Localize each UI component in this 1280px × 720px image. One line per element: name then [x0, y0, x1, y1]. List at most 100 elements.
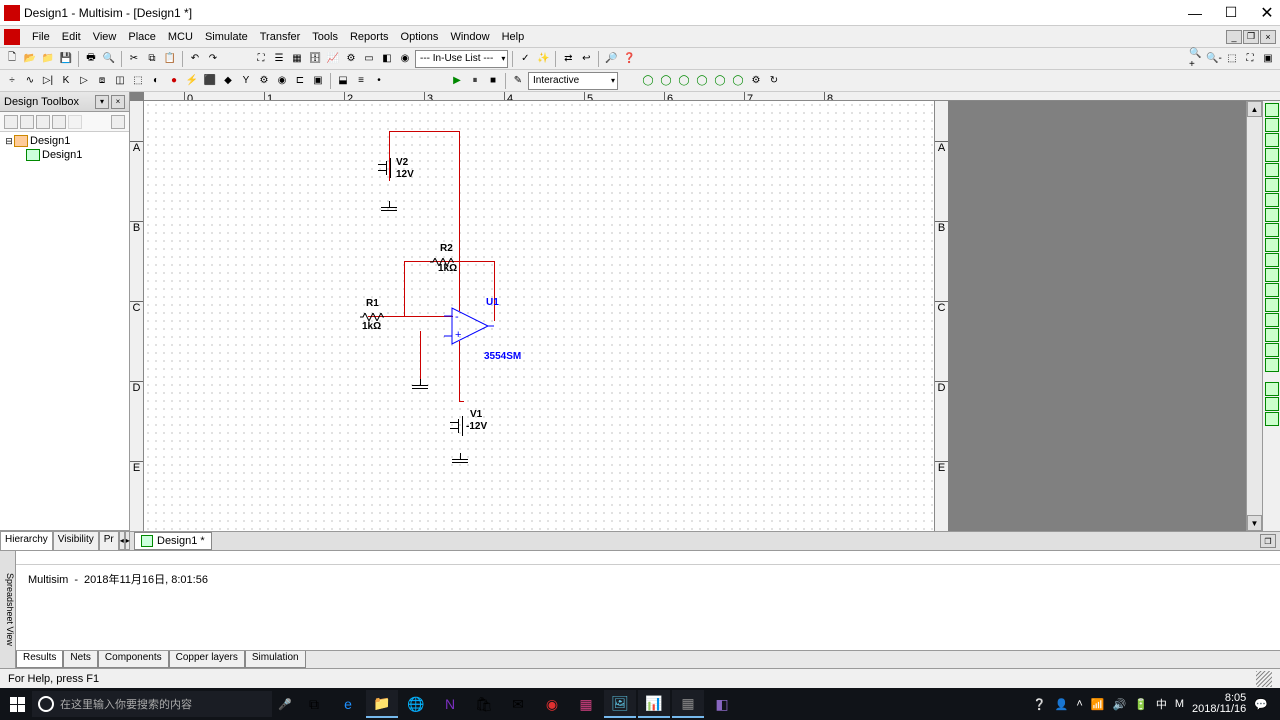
ttl-icon[interactable]: ⧈: [94, 73, 110, 89]
toolbox-pin-icon[interactable]: ▾: [95, 95, 109, 109]
electromech-icon[interactable]: ⚙: [256, 73, 272, 89]
tray-notifications-icon[interactable]: 💬: [1254, 698, 1268, 711]
freq-counter-icon[interactable]: [1265, 193, 1279, 207]
zoom-in-icon[interactable]: 🔍+: [1188, 51, 1204, 67]
ground-u1[interactable]: [412, 379, 428, 391]
ptb-rename-icon[interactable]: [68, 115, 82, 129]
menu-place[interactable]: Place: [122, 29, 162, 45]
stab-copper[interactable]: Copper layers: [169, 651, 245, 668]
probe3-icon[interactable]: ◯: [676, 73, 692, 89]
function-gen-icon[interactable]: [1265, 118, 1279, 132]
store-icon[interactable]: 🛍: [468, 690, 500, 718]
stop-icon[interactable]: ■: [485, 73, 501, 89]
menu-mcu[interactable]: MCU: [162, 29, 199, 45]
copy-icon[interactable]: ⧉: [144, 51, 160, 67]
ni-icon[interactable]: ◉: [274, 73, 290, 89]
zoom-sheet-icon[interactable]: ▣: [1260, 51, 1276, 67]
task-view-icon[interactable]: ⧉: [298, 690, 330, 718]
menu-tools[interactable]: Tools: [306, 29, 344, 45]
menu-edit[interactable]: Edit: [56, 29, 87, 45]
open-sample-icon[interactable]: 📁: [40, 51, 56, 67]
tray-sound-icon[interactable]: 🔊: [1112, 698, 1126, 711]
in-use-list-combo[interactable]: --- In-Use List ---: [415, 50, 508, 68]
full-screen-icon[interactable]: ⛶: [253, 51, 269, 67]
run-icon[interactable]: ▶: [449, 73, 465, 89]
chrome-icon[interactable]: 🌐: [400, 690, 432, 718]
probe4-icon[interactable]: ◯: [694, 73, 710, 89]
onenote-icon[interactable]: N: [434, 690, 466, 718]
tray-kbd-icon[interactable]: M: [1175, 698, 1184, 710]
menu-options[interactable]: Options: [395, 29, 445, 45]
power-icon[interactable]: ⚡: [184, 73, 200, 89]
breadboard-icon[interactable]: ▭: [361, 51, 377, 67]
print-icon[interactable]: 🖶: [83, 51, 99, 67]
menu-simulate[interactable]: Simulate: [199, 29, 254, 45]
preview-icon[interactable]: 🔍: [101, 51, 117, 67]
mic-icon[interactable]: 🎤: [274, 698, 296, 711]
app4-icon[interactable]: 📊: [638, 690, 670, 718]
ptb-refresh-icon[interactable]: [111, 115, 125, 129]
tray-wifi-icon[interactable]: 📶: [1091, 698, 1105, 711]
stab-simulation[interactable]: Simulation: [245, 651, 306, 668]
ptb-save-icon[interactable]: [36, 115, 50, 129]
advanced-icon[interactable]: ◆: [220, 73, 236, 89]
source-icon[interactable]: ÷: [4, 73, 20, 89]
component-r1[interactable]: [360, 312, 384, 320]
tray-people-icon[interactable]: 👤: [1055, 698, 1069, 711]
multimeter-icon[interactable]: [1265, 103, 1279, 117]
ground-v1[interactable]: [452, 453, 468, 465]
probe5-icon[interactable]: ◯: [712, 73, 728, 89]
tray-ime-icon[interactable]: 中: [1156, 696, 1167, 712]
transfer-icon[interactable]: ⇄: [560, 51, 576, 67]
resize-grip[interactable]: [1256, 671, 1272, 687]
tab-hierarchy[interactable]: Hierarchy: [0, 531, 53, 550]
tek-scope-icon[interactable]: [1265, 358, 1279, 372]
transistor-icon[interactable]: K: [58, 73, 74, 89]
tab-pr[interactable]: Pr: [99, 531, 119, 550]
sim-mode-combo[interactable]: Interactive: [528, 72, 618, 90]
indicator-icon[interactable]: ●: [166, 73, 182, 89]
analog-icon[interactable]: ▷: [76, 73, 92, 89]
spreadsheet-icon[interactable]: ▦: [289, 51, 305, 67]
agilent-scope-icon[interactable]: [1265, 343, 1279, 357]
wattmeter-icon[interactable]: [1265, 133, 1279, 147]
four-ch-scope-icon[interactable]: [1265, 163, 1279, 177]
junction-icon[interactable]: •: [371, 73, 387, 89]
tree-child[interactable]: Design1: [2, 148, 127, 162]
agilent-mm-icon[interactable]: [1265, 328, 1279, 342]
mdi-restore[interactable]: ❐: [1243, 30, 1259, 44]
capture-icon[interactable]: ◉: [397, 51, 413, 67]
network-analyzer-icon[interactable]: [1265, 298, 1279, 312]
back-annotate-icon[interactable]: ↩: [578, 51, 594, 67]
menu-transfer[interactable]: Transfer: [254, 29, 307, 45]
menu-help[interactable]: Help: [496, 29, 531, 45]
word-gen-icon[interactable]: [1265, 208, 1279, 222]
toolbox-close-icon[interactable]: ×: [111, 95, 125, 109]
iv-analyzer-icon[interactable]: [1265, 253, 1279, 267]
db-icon[interactable]: 🗄: [307, 51, 323, 67]
mail-icon[interactable]: ✉: [502, 690, 534, 718]
probe1-icon[interactable]: ◯: [640, 73, 656, 89]
zoom-fit-icon[interactable]: ⛶: [1242, 51, 1258, 67]
list-icon[interactable]: ☰: [271, 51, 287, 67]
save-icon[interactable]: 💾: [58, 51, 74, 67]
rf-icon[interactable]: Y: [238, 73, 254, 89]
graph-icon[interactable]: 📈: [325, 51, 341, 67]
help-icon[interactable]: ❓: [621, 51, 637, 67]
diode-icon[interactable]: ▷|: [40, 73, 56, 89]
find-icon[interactable]: 🔎: [603, 51, 619, 67]
postproc-icon[interactable]: ⚙: [343, 51, 359, 67]
stab-results[interactable]: Results: [16, 651, 63, 668]
check-icon[interactable]: ✓: [517, 51, 533, 67]
schematic-canvas[interactable]: V2 12V R2 1kΩ R1 1kΩ: [144, 101, 934, 531]
tab-visibility[interactable]: Visibility: [53, 531, 99, 550]
zoom-area-icon[interactable]: ⬚: [1224, 51, 1240, 67]
stab-components[interactable]: Components: [98, 651, 169, 668]
bus-icon[interactable]: ≡: [353, 73, 369, 89]
analysis-icon[interactable]: ✎: [510, 73, 526, 89]
ptb-new-icon[interactable]: [4, 115, 18, 129]
scroll-down-icon[interactable]: ▼: [1247, 515, 1262, 531]
new-icon[interactable]: 🗋: [4, 51, 20, 67]
connector-icon[interactable]: ⊏: [292, 73, 308, 89]
logic-converter-icon[interactable]: [1265, 238, 1279, 252]
